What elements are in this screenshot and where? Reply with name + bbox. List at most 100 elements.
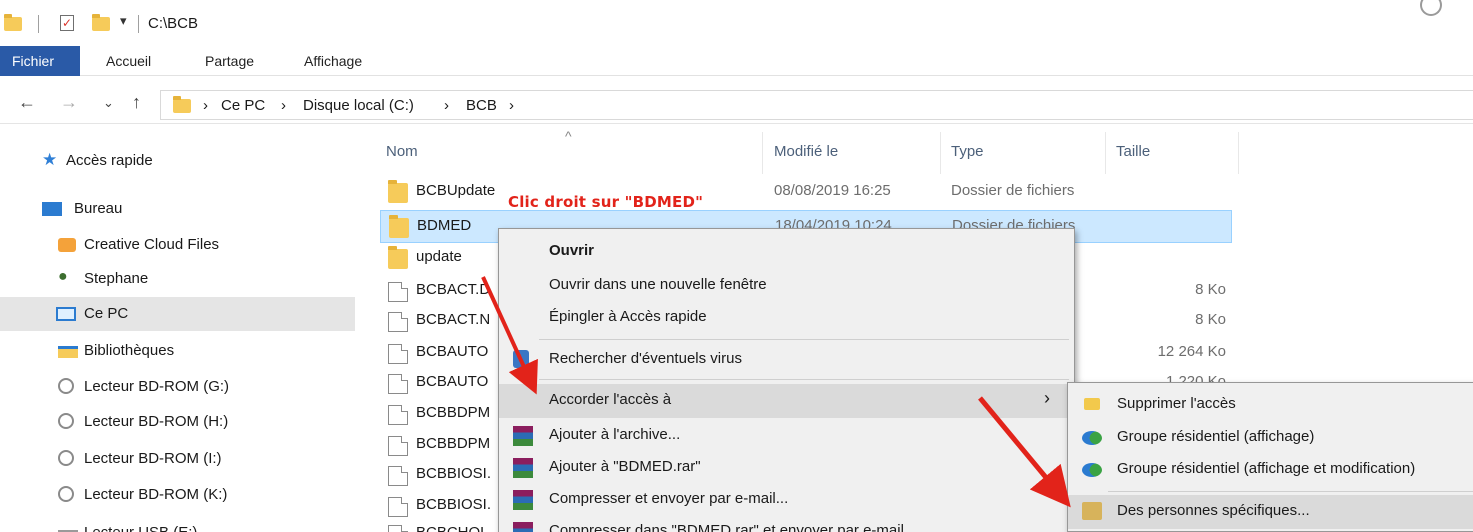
people-icon bbox=[1082, 502, 1102, 520]
user-icon: ● bbox=[58, 268, 68, 285]
winrar-icon bbox=[513, 490, 533, 510]
menu-item-label: Ajouter à "BDMED.rar" bbox=[549, 458, 701, 475]
file-size: 12 264 Ko bbox=[1157, 343, 1226, 360]
navigation-bar: ← → ⌄ ↑ › Ce PC › Disque local (C:) › BC… bbox=[0, 84, 1473, 124]
recent-locations-icon[interactable]: ⌄ bbox=[103, 95, 114, 111]
back-icon[interactable]: ← bbox=[18, 92, 36, 113]
menu-item-open-new-window[interactable]: Ouvrir dans une nouvelle fenêtre bbox=[499, 269, 1074, 303]
folder-icon bbox=[388, 246, 408, 269]
submenu-item-remove-access[interactable]: Supprimer l'accès bbox=[1068, 388, 1473, 422]
homegroup-icon bbox=[1082, 431, 1102, 445]
menu-item-label: Épingler à Accès rapide bbox=[549, 308, 707, 325]
column-divider[interactable] bbox=[762, 132, 763, 174]
sidebar-item-bd-rom-h[interactable]: Lecteur BD-ROM (H:) bbox=[0, 405, 355, 439]
tab-partage[interactable]: Partage bbox=[205, 46, 254, 76]
file-icon bbox=[388, 312, 408, 332]
sidebar-item-acces-rapide[interactable]: ★ Accès rapide bbox=[0, 144, 355, 178]
address-bar[interactable]: › Ce PC › Disque local (C:) › BCB › bbox=[160, 90, 1473, 120]
annotation-label: Clic droit sur "BDMED" bbox=[508, 193, 704, 211]
column-header-modified[interactable]: Modifié le bbox=[774, 143, 838, 160]
file-name: BCBACT.N bbox=[416, 311, 491, 328]
help-icon[interactable] bbox=[1420, 0, 1442, 16]
file-icon bbox=[388, 525, 408, 532]
menu-item-label: Supprimer l'accès bbox=[1117, 395, 1236, 412]
tab-accueil[interactable]: Accueil bbox=[106, 46, 151, 76]
column-divider[interactable] bbox=[1105, 132, 1106, 174]
menu-separator bbox=[1108, 491, 1473, 492]
breadcrumb-disque-local[interactable]: Disque local (C:) bbox=[303, 97, 414, 114]
sidebar-item-bd-rom-g[interactable]: Lecteur BD-ROM (G:) bbox=[0, 370, 355, 404]
column-divider[interactable] bbox=[940, 132, 941, 174]
menu-item-pin-quick-access[interactable]: Épingler à Accès rapide bbox=[499, 301, 1074, 335]
sidebar-item-bd-rom-k[interactable]: Lecteur BD-ROM (K:) bbox=[0, 478, 355, 512]
menu-item-label: Rechercher d'éventuels virus bbox=[549, 350, 742, 367]
menu-item-add-bdmed-rar[interactable]: Ajouter à "BDMED.rar" bbox=[499, 451, 1074, 485]
title-bar: ✓ ▾ C:\BCB bbox=[0, 0, 1473, 46]
file-icon bbox=[388, 436, 408, 456]
sidebar-item-label: Bibliothèques bbox=[84, 342, 175, 359]
tab-affichage[interactable]: Affichage bbox=[304, 46, 362, 76]
sidebar-item-stephane[interactable]: ● Stephane bbox=[0, 262, 355, 296]
sidebar-item-bibliotheques[interactable]: Bibliothèques bbox=[0, 334, 355, 368]
menu-item-ouvrir[interactable]: Ouvrir bbox=[499, 235, 1074, 269]
file-icon bbox=[388, 374, 408, 394]
file-name: BCBACT.D bbox=[416, 281, 491, 298]
menu-item-give-access[interactable]: Accorder l'accès à › bbox=[499, 384, 1074, 418]
file-name: BDMED bbox=[417, 217, 472, 234]
sidebar-item-label: Stephane bbox=[84, 270, 149, 287]
menu-item-label: Accorder l'accès à bbox=[549, 391, 672, 408]
sidebar-item-label: Lecteur BD-ROM (I:) bbox=[84, 450, 222, 467]
disc-drive-icon bbox=[58, 486, 74, 502]
file-size: 8 Ko bbox=[1195, 311, 1226, 328]
menu-item-add-archive[interactable]: Ajouter à l'archive... bbox=[499, 419, 1074, 453]
menu-item-label: Compresser et envoyer par e-mail... bbox=[549, 490, 789, 507]
menu-item-label: Des personnes spécifiques... bbox=[1117, 502, 1310, 519]
sidebar-item-bd-rom-i[interactable]: Lecteur BD-ROM (I:) bbox=[0, 442, 355, 476]
forward-icon[interactable]: → bbox=[60, 92, 78, 113]
sidebar-item-usb-e[interactable]: Lecteur USB (E:) bbox=[0, 516, 355, 532]
file-name: BCBUpdate bbox=[416, 182, 496, 199]
winrar-icon bbox=[513, 522, 533, 532]
menu-item-label: Ajouter à l'archive... bbox=[549, 426, 681, 443]
menu-item-label: Groupe résidentiel (affichage et modific… bbox=[1117, 460, 1416, 477]
menu-item-label: Ouvrir bbox=[549, 242, 595, 259]
menu-item-scan-virus[interactable]: Rechercher d'éventuels virus bbox=[499, 343, 1074, 377]
menu-item-compress-email[interactable]: Compresser et envoyer par e-mail... bbox=[499, 483, 1074, 517]
disc-drive-icon bbox=[58, 378, 74, 394]
column-header-type[interactable]: Type bbox=[951, 143, 984, 160]
quick-access-dropdown-icon[interactable]: ▾ bbox=[120, 13, 127, 29]
menu-item-label: Compresser dans "BDMED.rar" et envoyer p… bbox=[549, 522, 904, 532]
column-header-name[interactable]: Nom bbox=[386, 143, 418, 160]
sidebar-item-label: Creative Cloud Files bbox=[84, 236, 220, 253]
file-name: update bbox=[416, 248, 462, 265]
up-icon[interactable]: ↑ bbox=[132, 92, 141, 113]
lock-icon bbox=[1084, 398, 1100, 410]
properties-icon[interactable]: ✓ bbox=[60, 15, 74, 31]
star-icon: ★ bbox=[42, 150, 58, 169]
toolbar-divider bbox=[138, 15, 139, 33]
folder-icon bbox=[173, 96, 191, 113]
menu-item-compress-bdmed-email[interactable]: Compresser dans "BDMED.rar" et envoyer p… bbox=[499, 515, 1074, 532]
tab-fichier[interactable]: Fichier bbox=[0, 46, 80, 76]
sidebar-item-label: Ce PC bbox=[84, 305, 129, 322]
menu-separator bbox=[539, 379, 1069, 380]
new-folder-icon[interactable] bbox=[92, 14, 110, 31]
file-name: BCBBDPM bbox=[416, 404, 491, 421]
sidebar-item-bureau[interactable]: Bureau bbox=[0, 192, 355, 226]
column-divider[interactable] bbox=[1238, 132, 1239, 174]
file-icon bbox=[388, 344, 408, 364]
submenu-arrow-icon: › bbox=[1044, 388, 1050, 408]
submenu-item-specific-people[interactable]: Des personnes spécifiques... bbox=[1068, 495, 1473, 529]
submenu-item-homegroup-edit[interactable]: Groupe résidentiel (affichage et modific… bbox=[1068, 453, 1473, 487]
breadcrumb-bcb[interactable]: BCB bbox=[466, 97, 497, 114]
sidebar-item-creative-cloud[interactable]: Creative Cloud Files bbox=[0, 228, 355, 262]
sidebar-item-ce-pc[interactable]: Ce PC bbox=[0, 297, 355, 331]
window-title: C:\BCB bbox=[148, 15, 199, 32]
submenu-item-homegroup-view[interactable]: Groupe résidentiel (affichage) bbox=[1068, 421, 1473, 455]
column-header-size[interactable]: Taille bbox=[1116, 143, 1150, 160]
folder-icon bbox=[388, 180, 408, 203]
context-menu: Ouvrir Ouvrir dans une nouvelle fenêtre … bbox=[498, 228, 1075, 532]
sidebar-item-label: Lecteur BD-ROM (K:) bbox=[84, 486, 228, 503]
breadcrumb-ce-pc[interactable]: Ce PC bbox=[221, 97, 265, 114]
breadcrumb-separator: › bbox=[281, 97, 286, 114]
